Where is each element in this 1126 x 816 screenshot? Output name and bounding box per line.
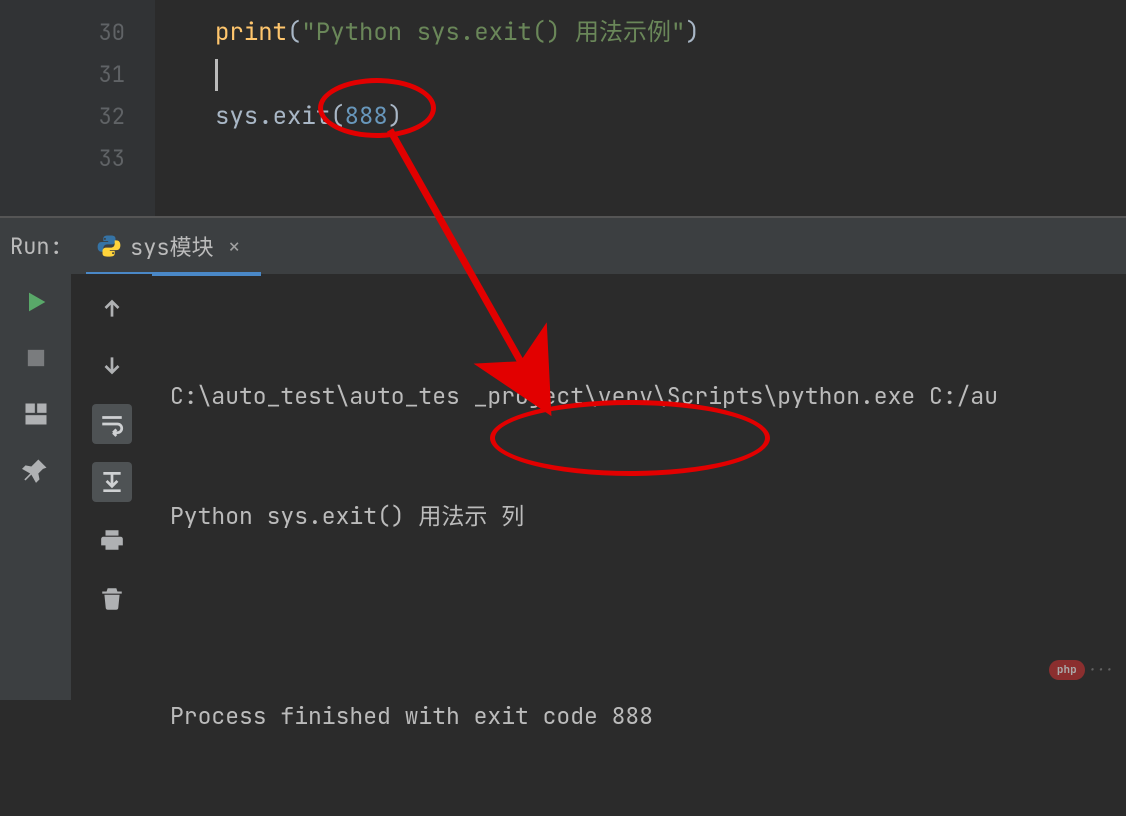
clear-icon[interactable] (92, 578, 132, 618)
code-token: ) (685, 17, 699, 48)
watermark-text: ··· (1089, 661, 1114, 679)
pin-icon[interactable] (22, 456, 50, 484)
console-line: Process finished with exit code 888 (170, 696, 1126, 736)
soft-wrap-icon[interactable] (92, 404, 132, 444)
print-icon[interactable] (92, 520, 132, 560)
code-token: ) (388, 101, 402, 132)
watermark: php ··· (1049, 660, 1114, 680)
run-tool-strip (0, 274, 72, 700)
run-header: Run: sys模块 × (0, 218, 1126, 274)
scroll-down-icon[interactable] (92, 346, 132, 386)
stop-icon[interactable] (22, 344, 50, 372)
code-token: 888 (345, 101, 388, 132)
scroll-up-icon[interactable] (92, 288, 132, 328)
run-tab-name: sys模块 (130, 230, 214, 262)
console-controls (72, 274, 152, 700)
code-editor[interactable]: 30313233 print("Python sys.exit() 用法示例")… (0, 0, 1126, 216)
code-token: ( (287, 17, 301, 48)
line-number: 33 (0, 138, 155, 180)
watermark-badge: php (1049, 660, 1085, 680)
code-line[interactable]: sys.exit(888) (215, 96, 1126, 138)
line-gutter: 30313233 (0, 0, 155, 216)
layout-icon[interactable] (22, 400, 50, 428)
line-number: 30 (0, 12, 155, 54)
scroll-to-end-icon[interactable] (92, 462, 132, 502)
text-caret (215, 59, 218, 91)
code-area[interactable]: print("Python sys.exit() 用法示例")sys.exit(… (155, 0, 1126, 216)
python-file-icon (96, 233, 122, 259)
code-line[interactable]: print("Python sys.exit() 用法示例") (215, 12, 1126, 54)
run-tool-window: Run: sys模块 × (0, 218, 1126, 700)
close-icon[interactable]: × (228, 232, 241, 261)
code-line[interactable] (215, 138, 1126, 180)
line-number: 32 (0, 96, 155, 138)
code-token: sys.exit( (215, 101, 345, 132)
console-line: Python sys.exit() 用法示 列 (170, 496, 1126, 536)
console-output[interactable]: C:\auto_test\auto_tes _project\venv\Scri… (170, 296, 1126, 816)
code-token: "Python sys.exit() 用法示例" (301, 17, 685, 48)
rerun-icon[interactable] (22, 288, 50, 316)
console-line: C:\auto_test\auto_tes _project\venv\Scri… (170, 376, 1126, 416)
run-panel-label: Run: (0, 232, 86, 261)
code-token: print (215, 17, 287, 48)
code-line[interactable] (215, 54, 1126, 96)
line-number: 31 (0, 54, 155, 96)
run-tab[interactable]: sys模块 × (86, 218, 261, 274)
